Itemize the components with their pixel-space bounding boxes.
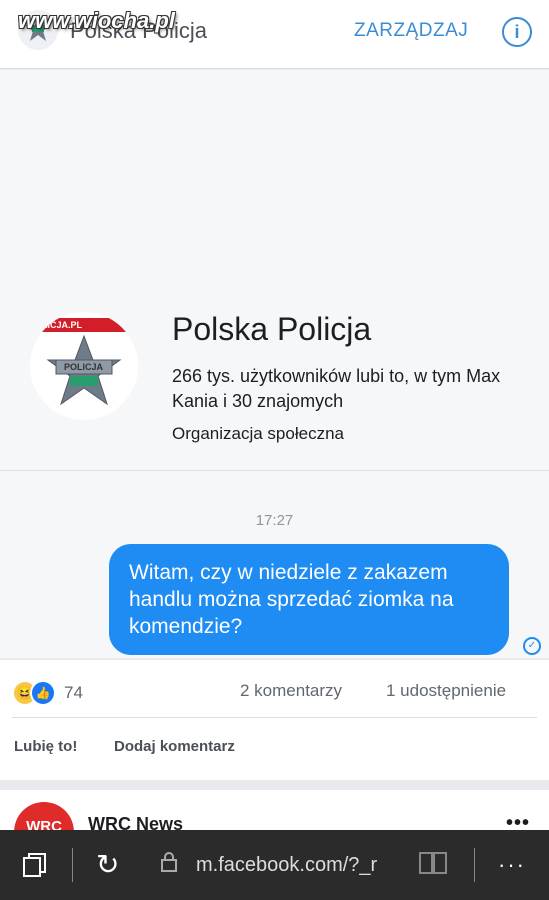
add-comment-button[interactable]: Dodaj komentarz bbox=[114, 738, 235, 755]
message-bubble[interactable]: Witam, czy w niedziele z zakazem handlu … bbox=[109, 544, 509, 655]
post-footer: 😆 👍 74 2 komentarzy 1 udostępnienie Lubi… bbox=[0, 660, 549, 780]
divider bbox=[474, 848, 475, 882]
page-likes-text: 266 tys. użytkowników lubi to, w tym Max… bbox=[172, 366, 501, 411]
refresh-icon[interactable]: ↻ bbox=[96, 850, 119, 880]
page-name[interactable]: Polska Policja bbox=[172, 311, 371, 348]
avatar-badge-text: POLICJA bbox=[64, 362, 104, 372]
reading-view-icon[interactable] bbox=[418, 850, 448, 876]
browser-menu-icon[interactable]: ··· bbox=[498, 852, 526, 878]
next-post-page-name[interactable]: WRC News bbox=[88, 814, 183, 830]
page-avatar[interactable]: LICJA.PL POLICJA bbox=[30, 312, 138, 420]
more-options-icon[interactable]: ••• bbox=[506, 812, 530, 830]
page-category: Organizacja społeczna bbox=[172, 424, 344, 443]
divider bbox=[12, 717, 537, 718]
divider bbox=[72, 848, 73, 882]
seen-check-icon: ✓ bbox=[523, 637, 541, 655]
address-bar[interactable]: m.facebook.com/?_r bbox=[196, 854, 377, 877]
shares-count-link[interactable]: 1 udostępnienie bbox=[386, 681, 506, 701]
reactions-summary[interactable]: 😆 👍 74 bbox=[14, 680, 83, 706]
browser-toolbar: ↻ m.facebook.com/?_r ··· bbox=[0, 830, 549, 900]
like-reaction-icon: 👍 bbox=[30, 680, 56, 706]
reaction-count: 74 bbox=[64, 683, 83, 702]
tabs-icon[interactable] bbox=[22, 852, 48, 878]
watermark: www.wiocha.pl bbox=[18, 8, 175, 33]
like-button[interactable]: Lubię to! bbox=[14, 738, 77, 755]
info-icon[interactable]: i bbox=[502, 17, 532, 47]
top-bar: Polska Policja www.wiocha.pl ZARZĄDZAJ i bbox=[0, 0, 549, 69]
divider bbox=[0, 470, 549, 471]
next-post-header: WRC WRC News ••• bbox=[0, 790, 549, 830]
comments-count-link[interactable]: 2 komentarzy bbox=[240, 681, 342, 701]
message-timestamp: 17:27 bbox=[255, 512, 294, 529]
wrc-avatar[interactable]: WRC bbox=[14, 802, 74, 830]
manage-button[interactable]: ZARZĄDZAJ bbox=[354, 20, 468, 42]
lock-icon bbox=[161, 852, 177, 872]
